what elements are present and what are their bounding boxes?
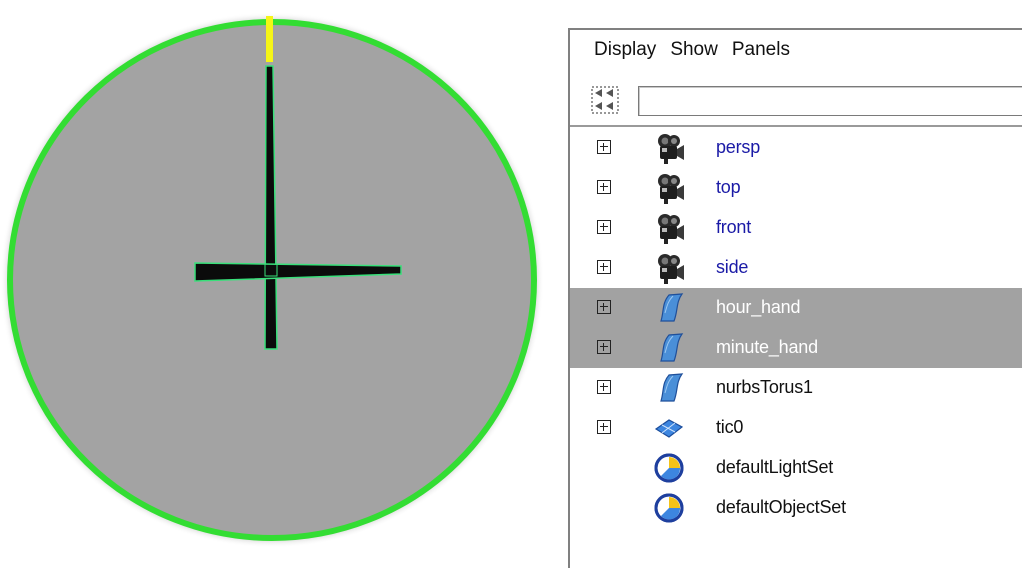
outliner-item-label: defaultLightSet xyxy=(716,457,834,477)
expand-icon[interactable] xyxy=(597,140,611,154)
filter-row xyxy=(570,82,1022,118)
outliner-search-input[interactable] xyxy=(638,86,1022,116)
outliner-item-label: minute_hand xyxy=(716,337,818,357)
menu-display[interactable]: Display xyxy=(594,39,656,61)
camera-icon xyxy=(652,211,686,245)
viewport-panel[interactable] xyxy=(0,0,548,565)
outliner-item-hour_hand[interactable]: hour_hand xyxy=(570,288,1022,328)
expand-icon[interactable] xyxy=(597,180,611,194)
outliner-item-label: nurbsTorus1 xyxy=(716,377,813,397)
expand-icon[interactable] xyxy=(597,420,611,434)
outliner-item-top[interactable]: top xyxy=(570,168,1022,208)
camera-icon xyxy=(652,131,686,165)
outliner-tree: persp top front side hour_hand minute_ha… xyxy=(570,128,1022,528)
outliner-panel: Display Show Panels persp top front side… xyxy=(568,28,1022,568)
expand-icon[interactable] xyxy=(597,300,611,314)
outliner-item-label: tic0 xyxy=(716,417,744,437)
set-icon xyxy=(652,451,686,485)
nurbs-surface-icon xyxy=(652,371,686,405)
outliner-item-defaultLightSet[interactable]: defaultLightSet xyxy=(570,448,1022,488)
expand-icon[interactable] xyxy=(597,220,611,234)
outliner-item-persp[interactable]: persp xyxy=(570,128,1022,168)
outliner-item-label: persp xyxy=(716,137,761,157)
nurbs-surface-icon xyxy=(652,291,686,325)
outliner-item-label: defaultObjectSet xyxy=(716,497,846,517)
outliner-item-label: front xyxy=(716,217,752,237)
outliner-item-nurbsTorus1[interactable]: nurbsTorus1 xyxy=(570,368,1022,408)
menu-panels[interactable]: Panels xyxy=(732,39,790,61)
outliner-menubar: Display Show Panels xyxy=(570,30,1022,70)
outliner-item-minute_hand[interactable]: minute_hand xyxy=(570,328,1022,368)
filter-options-icon[interactable] xyxy=(590,85,620,115)
camera-icon xyxy=(652,171,686,205)
clock-scene xyxy=(0,12,544,548)
expand-icon[interactable] xyxy=(597,380,611,394)
outliner-item-label: hour_hand xyxy=(716,297,801,317)
tic0-marker[interactable] xyxy=(266,16,273,62)
outliner-item-tic0[interactable]: tic0 xyxy=(570,408,1022,448)
poly-mesh-icon xyxy=(652,411,686,445)
set-icon xyxy=(652,491,686,525)
expand-icon[interactable] xyxy=(597,260,611,274)
outliner-item-label: side xyxy=(716,257,749,277)
outliner-item-front[interactable]: front xyxy=(570,208,1022,248)
outliner-item-label: top xyxy=(716,177,741,197)
expand-icon[interactable] xyxy=(597,340,611,354)
menu-show[interactable]: Show xyxy=(670,39,718,61)
camera-icon xyxy=(652,251,686,285)
nurbs-surface-icon xyxy=(652,331,686,365)
outliner-item-side[interactable]: side xyxy=(570,248,1022,288)
divider xyxy=(570,125,1022,127)
outliner-item-defaultObjectSet[interactable]: defaultObjectSet xyxy=(570,488,1022,528)
